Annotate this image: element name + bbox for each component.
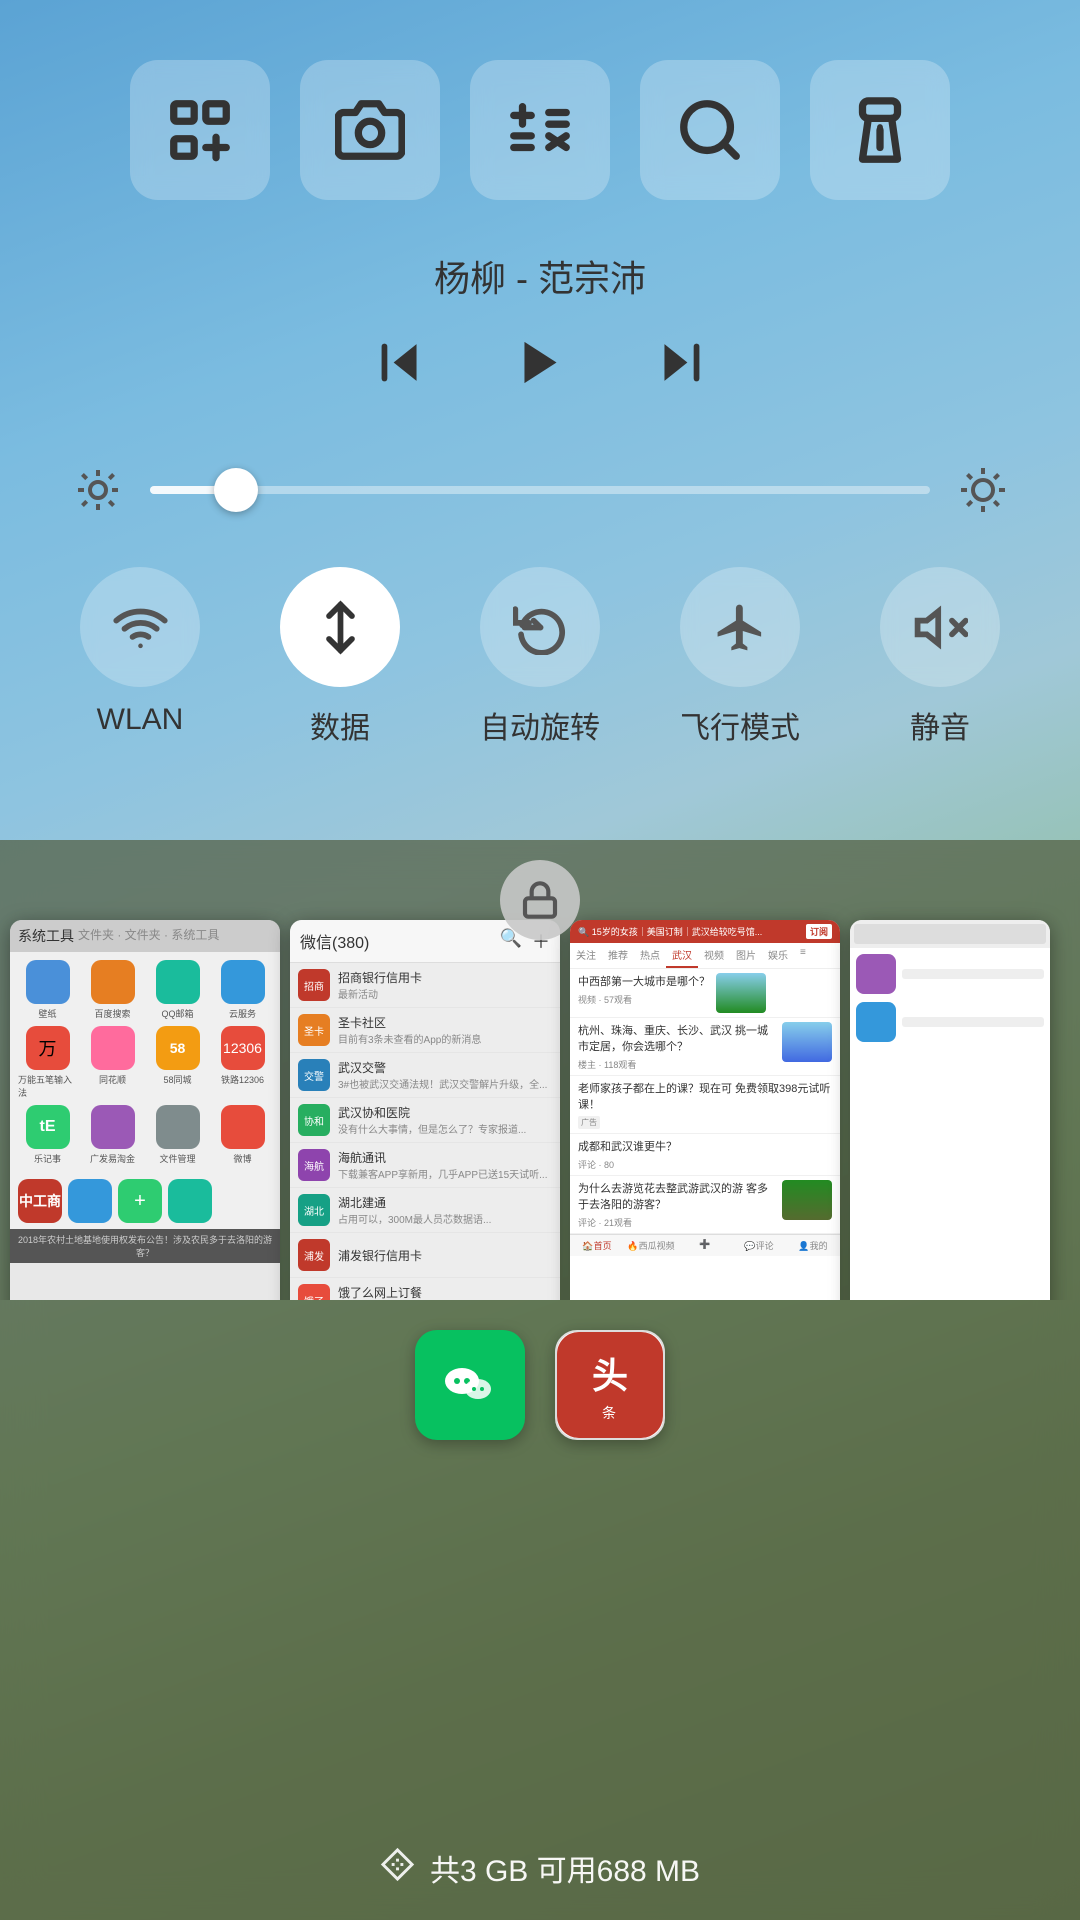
next-icon [653, 335, 708, 390]
app-icons-bar: 头 条 [0, 1330, 1080, 1440]
news-item[interactable]: 老师家孩子都在上的课？现在可 免费领取398元试听课！ 广告 [570, 1076, 840, 1134]
toggle-rotate[interactable]: 自动旋转 [460, 567, 620, 747]
flashlight-icon [845, 95, 915, 165]
music-player: 杨柳 - 范宗沛 [50, 250, 1030, 392]
brightness-row [50, 462, 1030, 517]
wechat-item[interactable]: 交警 武汉交警3#也被武汉交通法规！武汉交警解片升级，全... [290, 1053, 560, 1098]
wechat-item[interactable]: 招商 招商银行信用卡最新活动 [290, 963, 560, 1008]
wechat-list: 招商 招商银行信用卡最新活动 圣卡 圣卡社区目前有3条未查看的App的新消息 交… [290, 963, 560, 1300]
memory-info: 共3 GB 可用688 MB [0, 1846, 1080, 1890]
wechat-app-icon[interactable] [415, 1330, 525, 1440]
lock-indicator [500, 860, 580, 940]
mute-icon [913, 600, 968, 655]
app-card-other[interactable] [850, 920, 1050, 1300]
app-card-systemtools[interactable]: 系统工具 文件夹 · 文件夹 · 系统工具 壁纸 百度搜索 Q [10, 920, 280, 1300]
sun-large-icon [959, 466, 1007, 514]
toggle-mute[interactable]: 静音 [860, 567, 1020, 747]
wechat-item[interactable]: 湖北 湖北建通占用可以，300M最人员芯数据语... [290, 1188, 560, 1233]
brightness-low-icon [70, 462, 125, 517]
news-item[interactable]: 中西部第一大城市是哪个？ 视频 · 57观看 [570, 969, 840, 1018]
control-center: 杨柳 - 范宗沛 [0, 0, 1080, 860]
wlan-circle[interactable] [80, 567, 200, 687]
app-switcher: 系统工具 文件夹 · 文件夹 · 系统工具 壁纸 百度搜索 Q [0, 840, 1080, 1920]
quick-actions-row [50, 60, 1030, 200]
wechat-item[interactable]: 海航 海航通讯下载兼客APP享新用，几乎APP已送15天试听... [290, 1143, 560, 1188]
news-item[interactable]: 成都和武汉谁更牛？ 评论 · 80 [570, 1134, 840, 1176]
camera-icon [335, 95, 405, 165]
rotate-circle[interactable] [480, 567, 600, 687]
airplane-circle[interactable] [680, 567, 800, 687]
toggle-airplane[interactable]: 飞行模式 [660, 567, 820, 747]
screenshot-icon [165, 95, 235, 165]
search-icon [675, 95, 745, 165]
app-card-news[interactable]: 🔍 15岁的女孩｜美国订制｜武汉给较吃号馆... 订阅 关注 推荐 热点 武汉 … [570, 920, 840, 1300]
prev-icon [373, 335, 428, 390]
brightness-slider[interactable] [150, 486, 930, 494]
toggle-wlan[interactable]: WLAN [60, 567, 220, 737]
mute-circle[interactable] [880, 567, 1000, 687]
wechat-item[interactable]: 协和 武汉协和医院没有什么大事情，但是怎么了？专家报道... [290, 1098, 560, 1143]
memory-text: 共3 GB 可用688 MB [430, 1846, 700, 1890]
wlan-label: WLAN [97, 703, 184, 737]
calculator-button[interactable] [470, 60, 610, 200]
brightness-thumb[interactable] [214, 468, 258, 512]
data-label: 数据 [310, 703, 370, 747]
wechat-title: 微信(380) [300, 929, 369, 953]
music-controls [50, 332, 1030, 392]
wechat-item[interactable]: 圣卡 圣卡社区目前有3条未查看的App的新消息 [290, 1008, 560, 1053]
toutiao-app-icon[interactable]: 头 条 [555, 1330, 665, 1440]
memory-icon [380, 1847, 415, 1890]
news-item[interactable]: 杭州、珠海、重庆、长沙、武汉 挑一城市定居，你会选哪个？ 楼主 · 118观看 [570, 1018, 840, 1076]
camera-button[interactable] [300, 60, 440, 200]
wechat-icon [440, 1355, 500, 1415]
play-icon [513, 335, 568, 390]
data-circle[interactable] [280, 567, 400, 687]
calculator-icon [505, 95, 575, 165]
wechat-item[interactable]: 浦发 浦发银行信用卡 [290, 1233, 560, 1278]
data-icon [313, 600, 368, 655]
play-button[interactable] [510, 332, 570, 392]
next-button[interactable] [650, 332, 710, 392]
flashlight-button[interactable] [810, 60, 950, 200]
screenshot-button[interactable] [130, 60, 270, 200]
brightness-high-icon [955, 462, 1010, 517]
rotate-icon [513, 600, 568, 655]
prev-button[interactable] [370, 332, 430, 392]
background: 杨柳 - 范宗沛 [0, 0, 1080, 1920]
diamond-icon [380, 1847, 415, 1882]
toggles-row: WLAN 数据 [50, 567, 1030, 747]
search-button[interactable] [640, 60, 780, 200]
wifi-icon [113, 600, 168, 655]
news-item[interactable]: 为什么去游览花去整武游武汉的游 客多于去洛阳的游客？ 评论 · 21观看 [570, 1176, 840, 1234]
sun-small-icon [74, 466, 122, 514]
music-title: 杨柳 - 范宗沛 [50, 250, 1030, 302]
wechat-item[interactable]: 饿了 饿了么网上订餐预先量公里网上订餐，美食天涯... [290, 1278, 560, 1300]
airplane-icon [713, 600, 768, 655]
app-card-wechat[interactable]: 微信(380) 🔍 ＋ 招商 招商银行信用卡最新活动 圣卡 圣卡社区目前有3条未… [290, 920, 560, 1300]
airplane-label: 飞行模式 [680, 703, 800, 747]
rotate-label: 自动旋转 [480, 703, 600, 747]
lock-icon [520, 880, 560, 920]
toggle-data[interactable]: 数据 [260, 567, 420, 747]
mute-label: 静音 [910, 703, 970, 747]
